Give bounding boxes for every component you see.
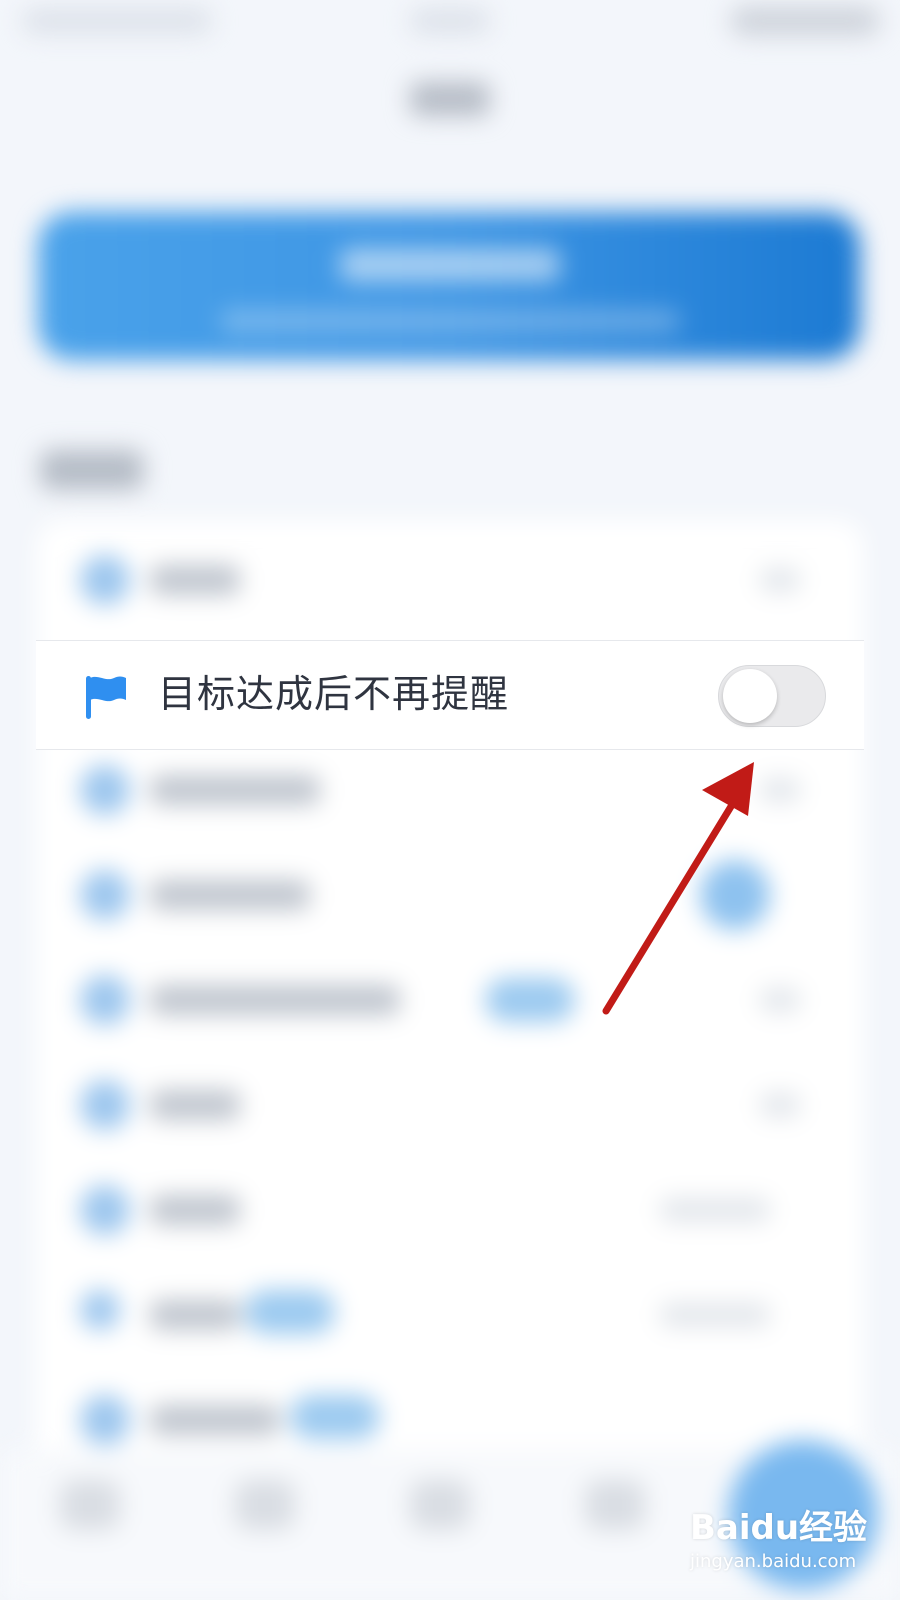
list-item-label [150,565,240,595]
list-item-pill [290,1395,380,1439]
list-item-icon [80,1080,130,1130]
reminder-toggle-switch[interactable] [718,665,826,727]
list-item-icon [80,975,130,1025]
baidu-watermark: Baidu经验 jingyan.baidu.com [690,1500,890,1590]
list-item-pill [245,1290,335,1334]
list-item-icon [80,1290,120,1330]
watermark-url: jingyan.baidu.com [690,1551,857,1572]
list-item-icon [80,870,130,920]
banner-card [38,212,860,360]
setting-row-goal-reminder[interactable]: 目标达成后不再提醒 [36,640,864,750]
tab-icon [60,1480,120,1530]
list-item-icon [80,765,130,815]
banner-subtitle [220,310,680,332]
list-item-pill [485,978,575,1022]
list-item-label [150,1195,240,1225]
list-item-label [150,775,320,805]
list-item-label [150,1300,240,1330]
chevron-right-icon [760,1093,800,1117]
flag-icon [86,676,126,719]
status-bar-right [730,6,880,36]
setting-label: 目标达成后不再提醒 [158,672,510,716]
list-item-icon [80,555,130,605]
watermark-logo: Baidu经验 [690,1508,868,1548]
status-bar-time [410,8,490,34]
tab-icon [235,1480,295,1530]
list-item-label [150,880,310,910]
section-title [40,450,144,490]
list-item-badge [700,860,770,930]
banner-title [340,248,560,282]
list-item-icon [80,1185,130,1235]
chevron-right-icon [760,988,800,1012]
tab-icon [410,1480,470,1530]
list-item-label [150,1405,280,1435]
list-item-label [150,1090,240,1120]
tab-icon [585,1480,645,1530]
list-item-icon [80,1395,130,1445]
list-item-value [660,1198,770,1222]
chevron-right-icon [760,568,800,592]
list-item-value [660,1303,770,1327]
nav-title [410,82,490,116]
chevron-right-icon [760,778,800,802]
toggle-knob [723,669,777,723]
list-item-label [150,985,400,1015]
blurred-background [0,0,900,1600]
status-bar-left [22,8,212,34]
